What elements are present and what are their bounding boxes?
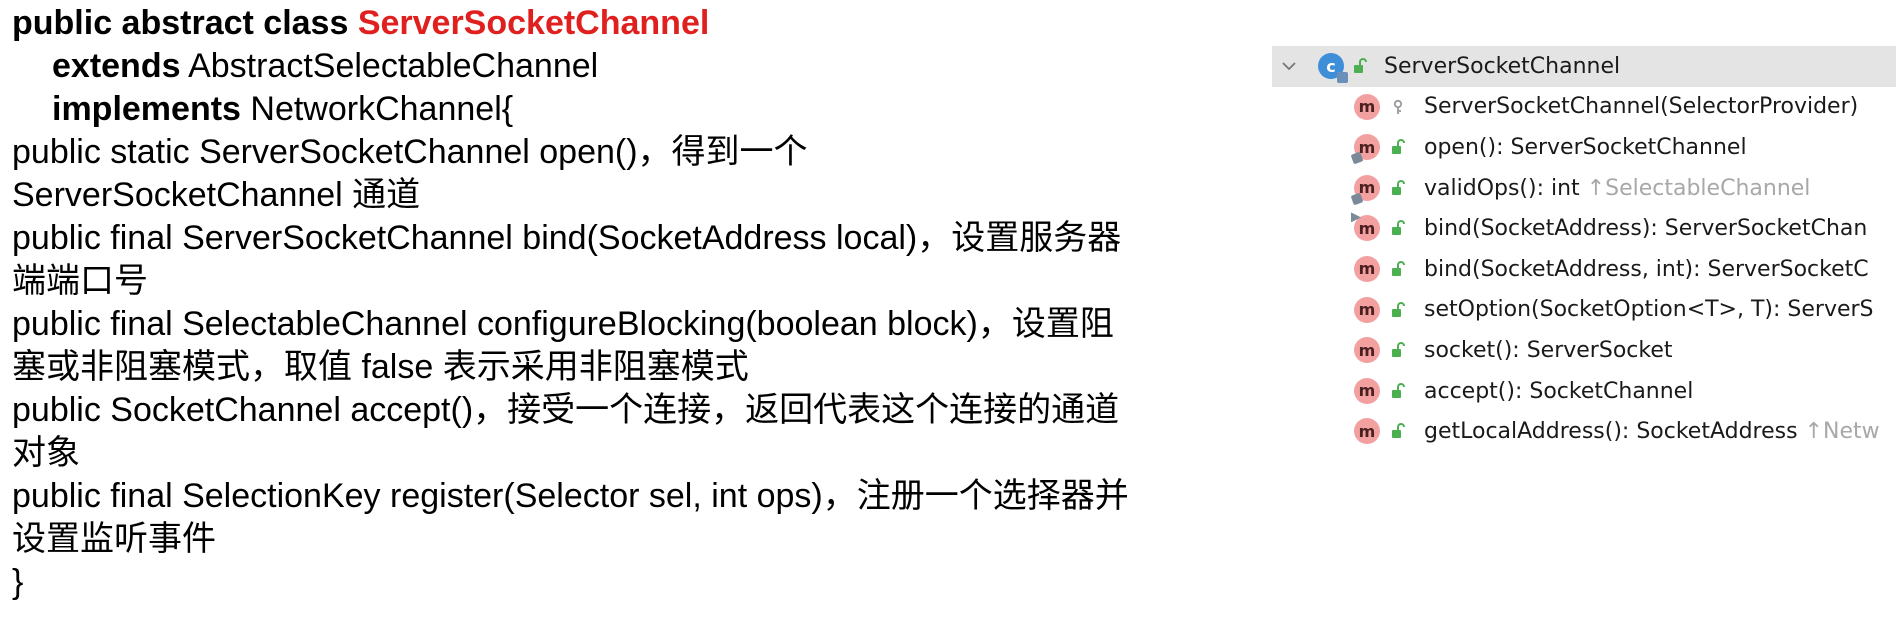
member-signature: ServerSocketChannel(SelectorProvider) <box>1424 94 1859 120</box>
extends-keyword: extends <box>52 47 181 85</box>
tree-member-row[interactable]: m bind(SocketAddress): ServerSocketChan <box>1272 208 1896 249</box>
public-lock-icon <box>1392 301 1405 317</box>
tree-member-row[interactable]: m bind(SocketAddress, int): ServerSocketC <box>1272 249 1896 290</box>
method-icon: m <box>1354 377 1380 404</box>
public-lock-icon <box>1392 261 1405 276</box>
structure-tree[interactable]: c ServerSocketChannel m ServerSocketChann… <box>1272 46 1896 446</box>
tree-member-row[interactable]: m open(): ServerSocketChannel <box>1272 127 1896 168</box>
interface-name: NetworkChannel{ <box>240 90 514 128</box>
tree-member-row[interactable]: m ServerSocketChannel(SelectorProvider) <box>1272 87 1896 128</box>
public-lock-icon <box>1392 179 1405 195</box>
method-icon-letter: m <box>1358 97 1376 117</box>
closing-brace: } <box>12 563 24 601</box>
doc-line: public SocketChannel accept()，接受一个连接，返回代… <box>12 391 1120 429</box>
implements-line: implements NetworkChannel{ <box>12 88 1212 131</box>
method-icon-letter: m <box>1358 259 1376 279</box>
method-icon: m <box>1354 93 1380 120</box>
declaration-line: public abstract class ServerSocketChanne… <box>12 2 1212 45</box>
member-label: accept(): SocketChannel <box>1424 379 1693 404</box>
class-name: ServerSocketChannel <box>357 4 710 42</box>
tree-member-row[interactable]: m getLocalAddress(): SocketAddress ↑Netw <box>1272 411 1896 446</box>
doc-line: public final ServerSocketChannel bind(So… <box>12 219 1122 257</box>
method-icon-letter: m <box>1358 178 1376 198</box>
doc-line: 塞或非阻塞模式，取值 false 表示采用非阻塞模式 <box>12 348 749 386</box>
method-icon-letter: m <box>1358 421 1376 441</box>
member-label: setOption(SocketOption<T>, T): ServerS <box>1424 297 1874 322</box>
member-label: open(): ServerSocketChannel <box>1424 135 1747 160</box>
doc-line: 对象 <box>12 434 80 472</box>
implement-method-icon: m <box>1354 215 1380 242</box>
member-signature: getLocalAddress(): SocketAddress <box>1424 419 1805 445</box>
superclass-name: AbstractSelectableChannel <box>180 47 599 85</box>
member-label: validOps(): int ↑SelectableChannel <box>1424 176 1810 201</box>
method-icon-letter: m <box>1358 300 1376 320</box>
tree-member-row[interactable]: m validOps(): int ↑SelectableChannel <box>1272 168 1896 209</box>
member-list: m ServerSocketChannel(SelectorProvider) m o… <box>1272 87 1896 446</box>
inherited-from-label: ↑SelectableChannel <box>1586 175 1811 201</box>
method-icon-letter: m <box>1358 340 1376 360</box>
extends-line: extends AbstractSelectableChannel <box>12 45 1212 88</box>
abstract-class-icon: c <box>1318 53 1348 83</box>
public-lock-icon <box>1354 58 1367 73</box>
keyword-text: public abstract class <box>12 4 358 42</box>
tree-root-label: ServerSocketChannel <box>1384 53 1621 79</box>
member-signature: bind(SocketAddress, int): ServerSocketC <box>1424 256 1869 282</box>
member-signature: open(): ServerSocketChannel <box>1424 134 1747 160</box>
protected-key-icon <box>1393 99 1403 114</box>
member-label: getLocalAddress(): SocketAddress ↑Netw <box>1424 419 1880 444</box>
doc-line: public final SelectionKey register(Selec… <box>12 477 1129 515</box>
method-icon: m <box>1354 255 1380 282</box>
class-icon-letter: c <box>1326 56 1336 76</box>
member-label: socket(): ServerSocket <box>1424 338 1673 363</box>
member-label: bind(SocketAddress): ServerSocketChan <box>1424 216 1867 241</box>
tree-root-row[interactable]: c ServerSocketChannel <box>1272 46 1896 87</box>
public-lock-icon <box>1392 382 1405 398</box>
public-lock-icon <box>1392 342 1405 358</box>
member-label: ServerSocketChannel(SelectorProvider) <box>1424 94 1858 119</box>
method-icon: m <box>1354 337 1380 364</box>
implements-keyword: implements <box>52 90 241 128</box>
method-icon-letter: m <box>1358 137 1376 157</box>
public-lock-icon <box>1392 139 1405 155</box>
member-signature: bind(SocketAddress): ServerSocketChan <box>1424 216 1868 242</box>
doc-line: 端端口号 <box>12 262 148 300</box>
doc-line: 设置监听事件 <box>12 520 216 558</box>
doc-line: public static ServerSocketChannel open()… <box>12 133 808 171</box>
member-signature: accept(): SocketChannel <box>1424 378 1694 404</box>
doc-line: ServerSocketChannel 通道 <box>12 176 421 214</box>
member-signature: validOps(): int <box>1424 175 1587 201</box>
member-label: bind(SocketAddress, int): ServerSocketC <box>1424 257 1869 282</box>
tree-member-row[interactable]: m socket(): ServerSocket <box>1272 330 1896 371</box>
static-method-icon: m <box>1354 134 1380 161</box>
method-icon-letter: m <box>1358 381 1376 401</box>
chevron-down-icon[interactable] <box>1278 46 1300 87</box>
class-declaration: public abstract class ServerSocketChanne… <box>12 2 1212 604</box>
doc-line: public final SelectableChannel configure… <box>12 305 1114 343</box>
method-icon: m <box>1354 296 1380 323</box>
inherited-from-label: ↑Netw <box>1804 419 1880 445</box>
tree-member-row[interactable]: m accept(): SocketChannel <box>1272 371 1896 412</box>
public-lock-icon <box>1392 423 1405 439</box>
override-method-icon: m <box>1354 174 1380 201</box>
member-signature: socket(): ServerSocket <box>1424 337 1673 363</box>
member-signature: setOption(SocketOption<T>, T): ServerS <box>1424 297 1874 323</box>
tree-member-row[interactable]: m setOption(SocketOption<T>, T): ServerS <box>1272 290 1896 331</box>
method-icon-letter: m <box>1358 218 1376 238</box>
method-icon: m <box>1354 418 1380 445</box>
public-lock-icon <box>1392 220 1405 236</box>
